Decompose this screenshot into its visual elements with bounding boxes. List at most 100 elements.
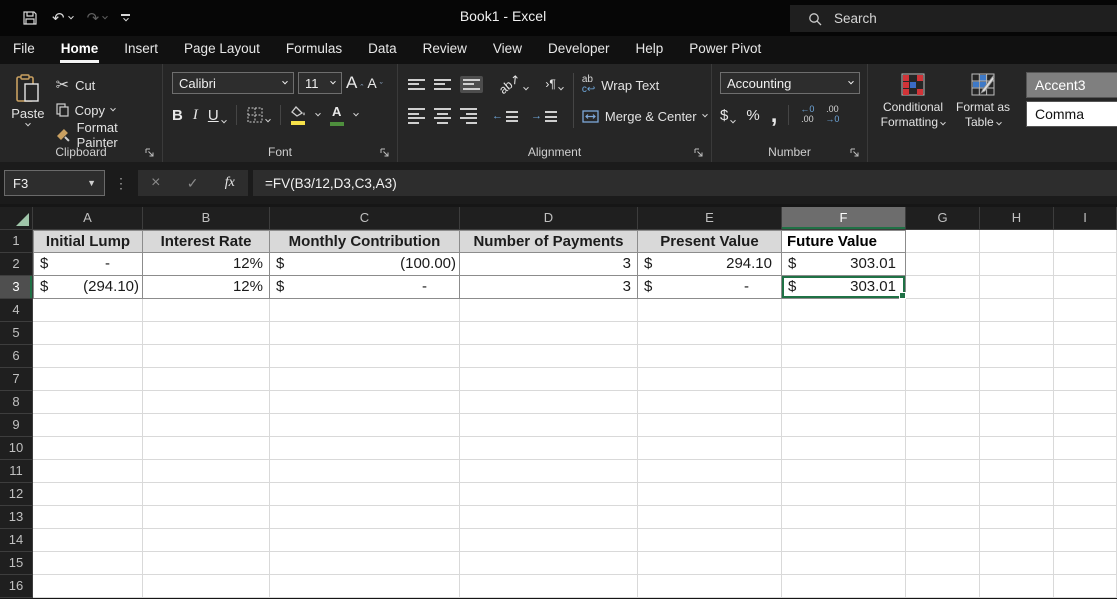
row-header-9[interactable]: 9 <box>0 414 33 437</box>
cell-E16[interactable] <box>638 575 782 598</box>
cell-D6[interactable] <box>460 345 638 368</box>
alignment-dialog-launcher-icon[interactable] <box>694 148 704 158</box>
cell-I6[interactable] <box>1054 345 1117 368</box>
cell-A8[interactable] <box>33 391 143 414</box>
cell-D15[interactable] <box>460 552 638 575</box>
row-header-4[interactable]: 4 <box>0 299 33 322</box>
cell-B13[interactable] <box>143 506 270 529</box>
cell-I13[interactable] <box>1054 506 1117 529</box>
cell-H13[interactable] <box>980 506 1054 529</box>
cell-C6[interactable] <box>270 345 460 368</box>
tab-view[interactable]: View <box>480 36 535 64</box>
cell-H3[interactable] <box>980 276 1054 299</box>
cell-B16[interactable] <box>143 575 270 598</box>
cell-D14[interactable] <box>460 529 638 552</box>
cell-B2[interactable]: 12% <box>143 253 270 276</box>
cell-C10[interactable] <box>270 437 460 460</box>
cell-H9[interactable] <box>980 414 1054 437</box>
cell-I12[interactable] <box>1054 483 1117 506</box>
row-header-1[interactable]: 1 <box>0 230 33 253</box>
column-header-B[interactable]: B <box>143 207 270 230</box>
enter-button[interactable]: ✓ <box>187 175 199 192</box>
cancel-button[interactable]: × <box>151 174 160 192</box>
fill-color-button[interactable] <box>291 106 306 125</box>
cell-D8[interactable] <box>460 391 638 414</box>
cell-D1[interactable]: Number of Payments <box>460 230 638 253</box>
cell-C12[interactable] <box>270 483 460 506</box>
cell-A7[interactable] <box>33 368 143 391</box>
column-header-G[interactable]: G <box>906 207 980 230</box>
cell-I7[interactable] <box>1054 368 1117 391</box>
cell-G13[interactable] <box>906 506 980 529</box>
cell-G3[interactable] <box>906 276 980 299</box>
cell-G4[interactable] <box>906 299 980 322</box>
align-right-button[interactable] <box>460 108 477 124</box>
cell-F5[interactable] <box>782 322 906 345</box>
cell-A15[interactable] <box>33 552 143 575</box>
undo-button[interactable]: ↶ <box>52 9 73 27</box>
cell-C11[interactable] <box>270 460 460 483</box>
font-name-combobox[interactable]: Calibri <box>172 72 294 94</box>
cell-G7[interactable] <box>906 368 980 391</box>
cell-A6[interactable] <box>33 345 143 368</box>
cell-E2[interactable]: $294.10 <box>638 253 782 276</box>
tab-home[interactable]: Home <box>48 36 112 64</box>
cell-D3[interactable]: 3 <box>460 276 638 299</box>
cell-H12[interactable] <box>980 483 1054 506</box>
cell-B1[interactable]: Interest Rate <box>143 230 270 253</box>
cell-A10[interactable] <box>33 437 143 460</box>
cell-I9[interactable] <box>1054 414 1117 437</box>
cell-G15[interactable] <box>906 552 980 575</box>
cell-C8[interactable] <box>270 391 460 414</box>
cell-F14[interactable] <box>782 529 906 552</box>
tab-file[interactable]: File <box>0 36 48 64</box>
cell-G11[interactable] <box>906 460 980 483</box>
cell-G5[interactable] <box>906 322 980 345</box>
cell-I3[interactable] <box>1054 276 1117 299</box>
row-header-5[interactable]: 5 <box>0 322 33 345</box>
cell-C2[interactable]: $(100.00) <box>270 253 460 276</box>
cell-G6[interactable] <box>906 345 980 368</box>
clipboard-dialog-launcher-icon[interactable] <box>145 148 155 158</box>
row-header-3[interactable]: 3 <box>0 276 33 299</box>
cell-H6[interactable] <box>980 345 1054 368</box>
cell-H15[interactable] <box>980 552 1054 575</box>
cell-F10[interactable] <box>782 437 906 460</box>
orientation-button[interactable]: ab↗ <box>498 77 528 91</box>
text-direction-button[interactable]: ›¶ <box>545 77 562 91</box>
cell-B10[interactable] <box>143 437 270 460</box>
column-header-A[interactable]: A <box>33 207 143 230</box>
cell-E13[interactable] <box>638 506 782 529</box>
italic-button[interactable]: I <box>193 107 198 124</box>
cell-B12[interactable] <box>143 483 270 506</box>
cell-D9[interactable] <box>460 414 638 437</box>
cell-G16[interactable] <box>906 575 980 598</box>
cell-F12[interactable] <box>782 483 906 506</box>
cell-H14[interactable] <box>980 529 1054 552</box>
wrap-text-button[interactable]: abc↩ Wrap Text <box>582 73 707 97</box>
cell-style-accent3[interactable]: Accent3 <box>1026 72 1117 98</box>
decrease-decimal-button[interactable]: .00→0 <box>825 105 839 125</box>
cell-F8[interactable] <box>782 391 906 414</box>
cell-A5[interactable] <box>33 322 143 345</box>
cell-I4[interactable] <box>1054 299 1117 322</box>
number-format-combobox[interactable]: Accounting <box>720 72 860 94</box>
cell-F6[interactable] <box>782 345 906 368</box>
cell-style-comma[interactable]: Comma <box>1026 101 1117 127</box>
search-box[interactable]: Search <box>790 5 1117 32</box>
cell-D13[interactable] <box>460 506 638 529</box>
row-header-7[interactable]: 7 <box>0 368 33 391</box>
cell-F13[interactable] <box>782 506 906 529</box>
tab-review[interactable]: Review <box>410 36 480 64</box>
column-header-E[interactable]: E <box>638 207 782 230</box>
bold-button[interactable]: B <box>172 107 183 124</box>
cell-B15[interactable] <box>143 552 270 575</box>
column-header-H[interactable]: H <box>980 207 1054 230</box>
percent-style-button[interactable]: % <box>746 107 759 124</box>
tab-help[interactable]: Help <box>623 36 677 64</box>
tab-insert[interactable]: Insert <box>111 36 171 64</box>
cell-F7[interactable] <box>782 368 906 391</box>
bottom-align-button[interactable] <box>460 76 483 93</box>
decrease-indent-button[interactable]: ← <box>492 110 518 122</box>
cell-H4[interactable] <box>980 299 1054 322</box>
